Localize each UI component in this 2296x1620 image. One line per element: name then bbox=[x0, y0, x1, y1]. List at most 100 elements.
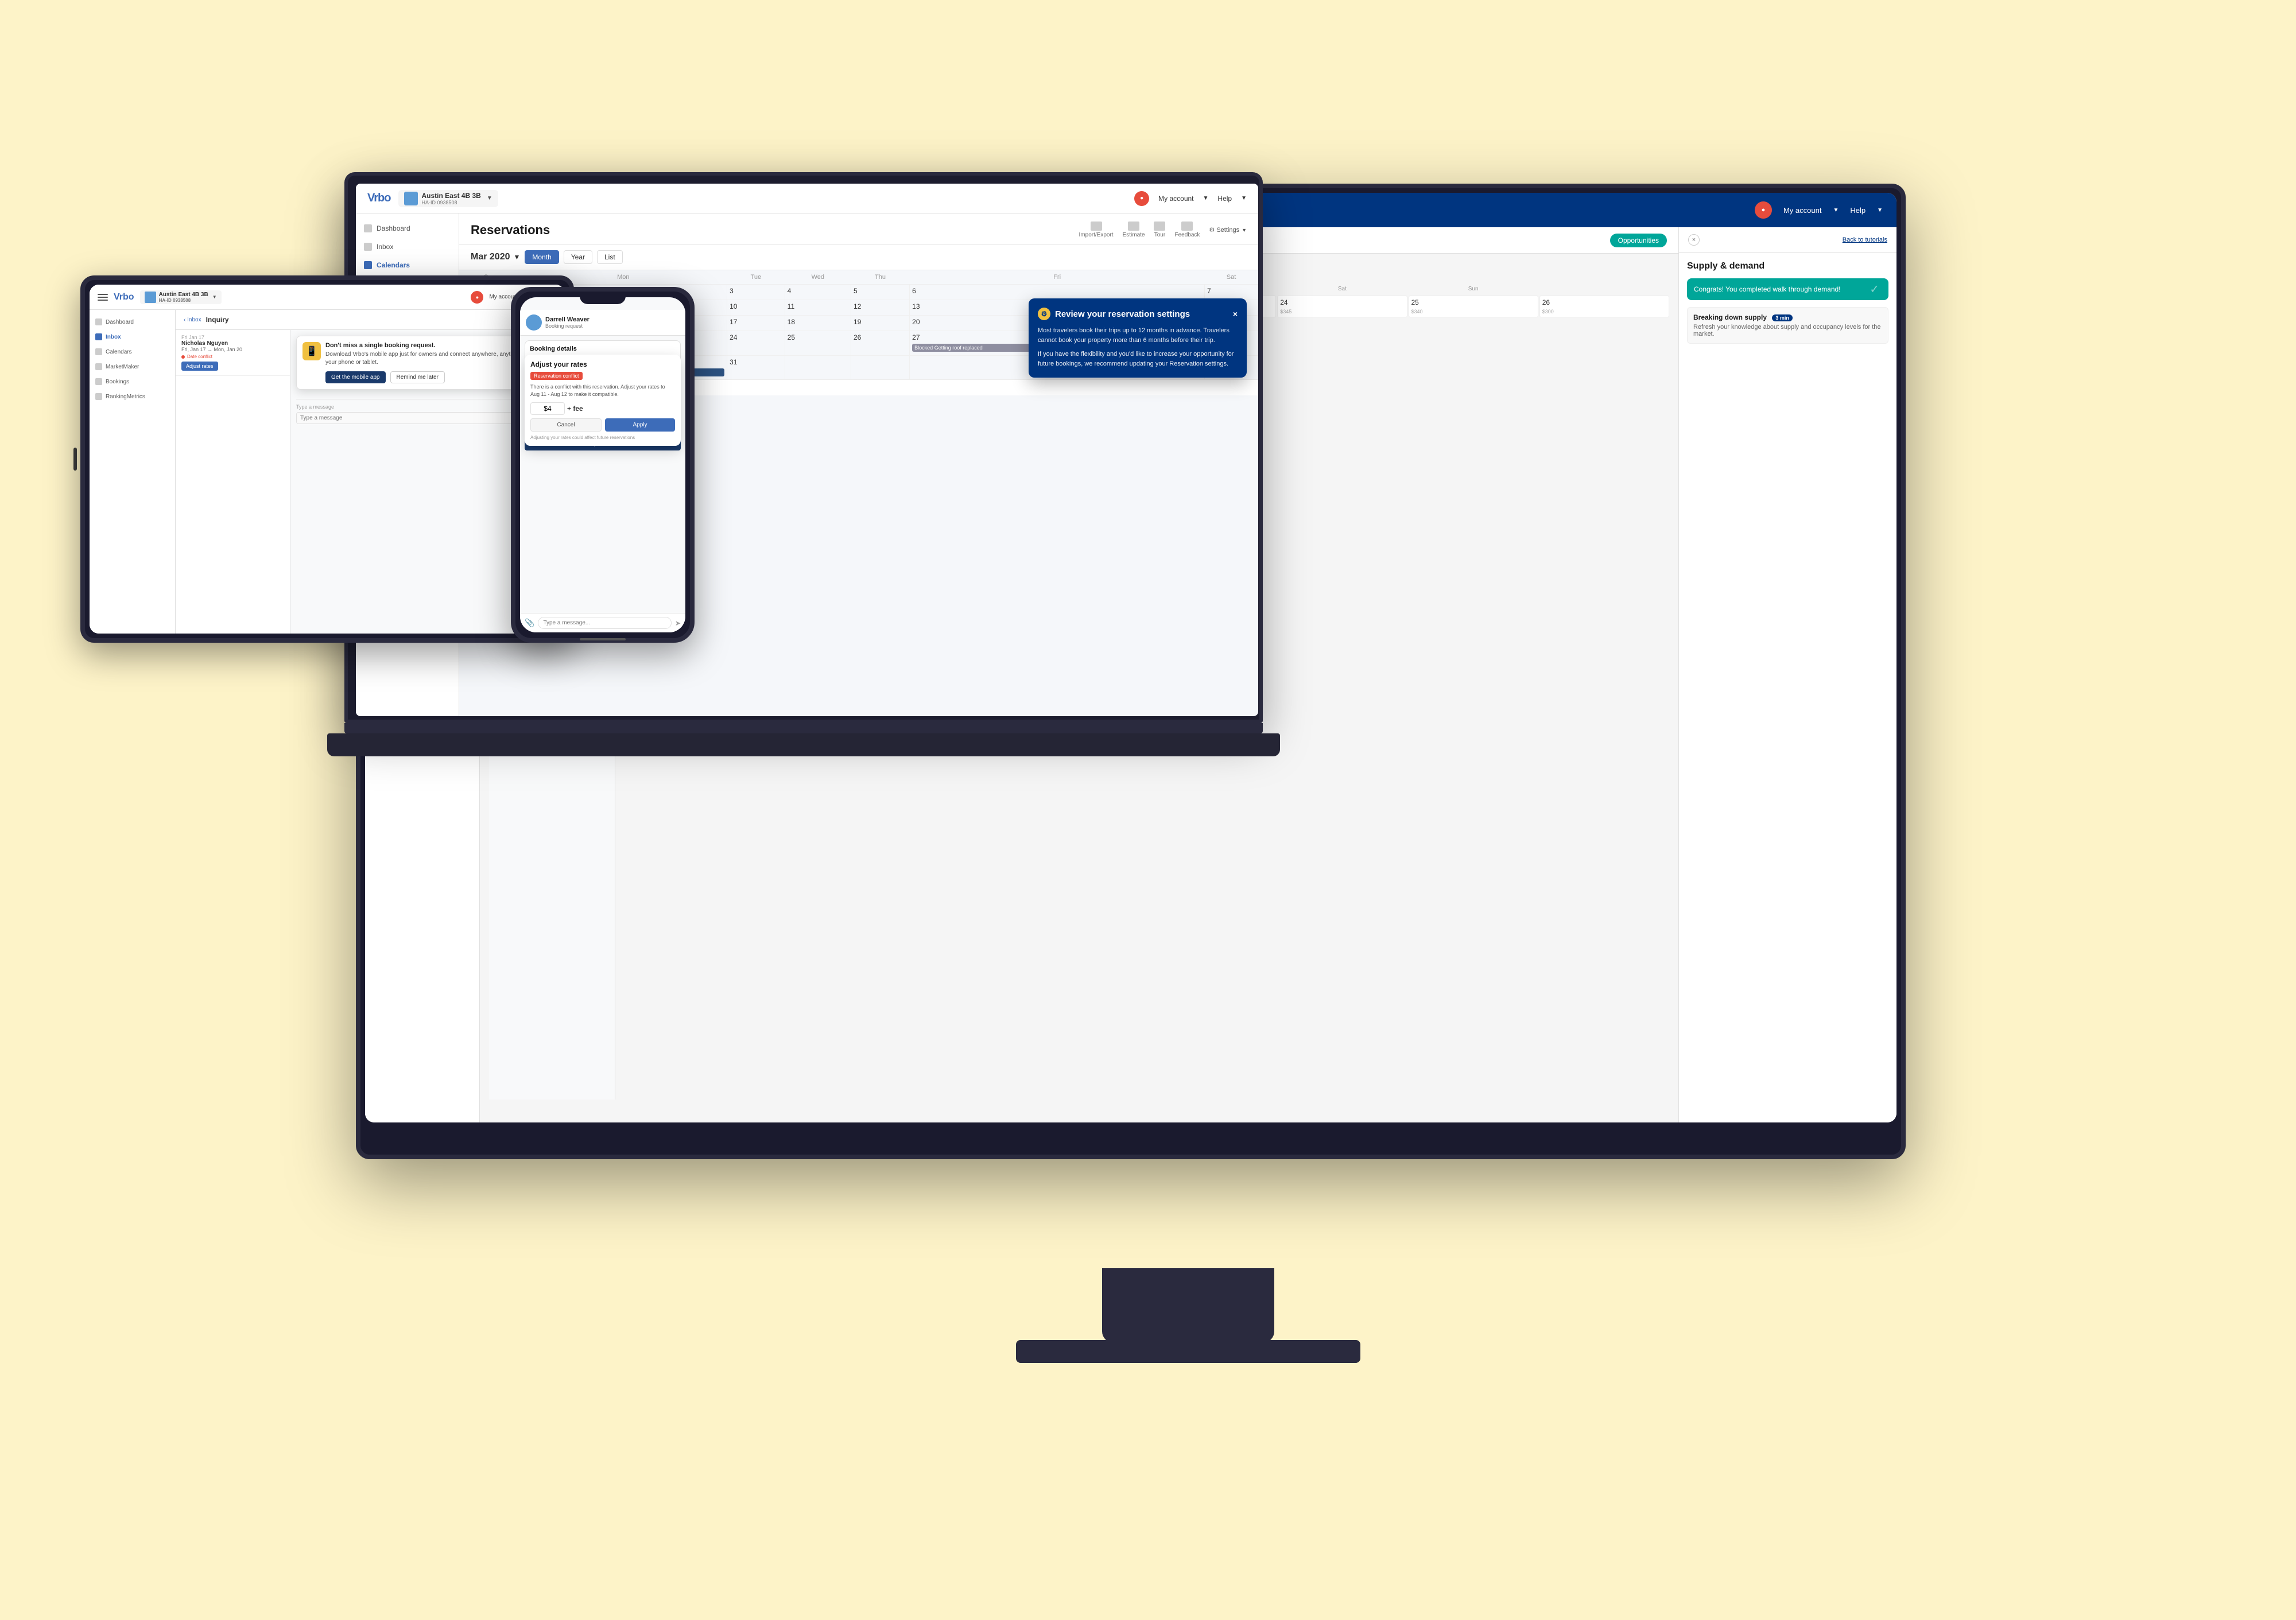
vrbo-settings-text-2: If you have the flexibility and you'd li… bbox=[1038, 349, 1238, 368]
phone-adjust-popup: Adjust your rates Reservation conflict T… bbox=[525, 355, 681, 446]
phone-contact-sub: Booking request bbox=[545, 323, 589, 329]
vrbo-sidebar-item-dashboard[interactable]: Dashboard bbox=[356, 219, 459, 238]
vrbo-cal-cell-25[interactable]: 25 bbox=[785, 331, 851, 356]
tablet-notif-dot[interactable]: ● bbox=[471, 291, 483, 304]
ha-day-header-sat: Sat bbox=[1277, 283, 1407, 294]
vrbo-cal-cell-6[interactable]: 6 bbox=[910, 285, 1205, 300]
vrbo-day-header-tue: Tue bbox=[727, 270, 785, 285]
ha-congrats-box: Congrats! You completed walk through dem… bbox=[1687, 278, 1888, 300]
ha-close-button[interactable]: × bbox=[1688, 234, 1700, 246]
tablet-popup-btn-secondary[interactable]: Remind me later bbox=[390, 371, 445, 383]
vrbo-cal-cell-12[interactable]: 12 bbox=[851, 300, 909, 316]
tablet-sidebar-item-marketmaker[interactable]: MarketMaker bbox=[90, 359, 175, 374]
phone-popup-status: Reservation conflict bbox=[530, 372, 583, 380]
menu-line-1 bbox=[98, 294, 108, 295]
ha-cal-date-24[interactable]: 24$345 bbox=[1277, 296, 1407, 317]
phone-notch bbox=[580, 292, 626, 304]
vrbo-view-year[interactable]: Year bbox=[564, 250, 592, 264]
vrbo-dashboard-icon bbox=[364, 224, 372, 232]
vrbo-day-header-fri: Fri bbox=[910, 270, 1205, 285]
ha-cal-date-25[interactable]: 25$340 bbox=[1409, 296, 1538, 317]
vrbo-cal-cell-empty1 bbox=[785, 356, 851, 379]
vrbo-prop-chip[interactable]: Austin East 4B 3B HA-ID 0938508 ▼ bbox=[398, 190, 498, 207]
tablet-status-text: Date conflict bbox=[187, 354, 212, 359]
tablet-inbox-item[interactable]: Fri Jan 17 Nicholas Nguyen Fri, Jan 17 →… bbox=[176, 330, 290, 376]
tablet-marketmaker-icon bbox=[95, 363, 102, 370]
tour-icon bbox=[1154, 222, 1165, 231]
ha-back-link[interactable]: Back to tutorials bbox=[1843, 236, 1887, 243]
phone-popup-cancel-button[interactable]: Cancel bbox=[530, 418, 602, 432]
vrbo-settings-text-1: Most travelers book their trips up to 12… bbox=[1038, 326, 1238, 345]
vrbo-view-list[interactable]: List bbox=[597, 250, 623, 264]
vrbo-view-month[interactable]: Month bbox=[525, 250, 559, 264]
tablet-inbox-item-name: Nicholas Nguyen bbox=[181, 340, 284, 347]
vrbo-settings-close-button[interactable]: × bbox=[1233, 309, 1238, 318]
vrbo-cal-cell-24[interactable]: 24 bbox=[727, 331, 785, 356]
vrbo-topbar-right: ● My account ▼ Help ▼ bbox=[1134, 191, 1247, 206]
ha-my-account[interactable]: My account bbox=[1783, 206, 1821, 215]
vrbo-cal-cell-4[interactable]: 4 bbox=[785, 285, 851, 300]
tablet-prop-chip[interactable]: Austin East 4B 3B HA-ID 0938508 ▼ bbox=[140, 290, 222, 304]
menu-line-2 bbox=[98, 297, 108, 298]
phone-attach-icon[interactable]: 📎 bbox=[525, 618, 534, 628]
vrbo-tool-feedback[interactable]: Feedback bbox=[1174, 222, 1200, 238]
ha-day-header-extra bbox=[1539, 283, 1669, 294]
phone-popup-note: Adjusting your rates could affect future… bbox=[530, 435, 675, 440]
vrbo-cal-cell-19[interactable]: 19 bbox=[851, 316, 909, 331]
tablet-sidebar-item-bookings[interactable]: Bookings bbox=[90, 374, 175, 389]
vrbo-cal-cell-10[interactable]: 10 bbox=[727, 300, 785, 316]
phone-send-icon[interactable]: ➤ bbox=[675, 619, 681, 627]
tablet-sidebar-item-rankingmetrics[interactable]: RankingMetrics bbox=[90, 389, 175, 404]
vrbo-my-account[interactable]: My account bbox=[1158, 195, 1193, 203]
phone-home-button[interactable] bbox=[580, 638, 626, 640]
vrbo-toolbar: Import/Export Estimate Tour bbox=[1079, 222, 1247, 238]
vrbo-cal-cell-26[interactable]: 26 bbox=[851, 331, 909, 356]
ha-supply-title: Supply & demand bbox=[1687, 261, 1888, 271]
tablet-popup-btn-primary[interactable]: Get the mobile app bbox=[325, 371, 386, 383]
ha-breaking-desc: Refresh your knowledge about supply and … bbox=[1693, 324, 1882, 337]
ha-breaking-box[interactable]: Breaking down supply 3 min Refresh your … bbox=[1687, 307, 1888, 344]
tablet-adjust-button[interactable]: Adjust rates bbox=[181, 362, 218, 371]
tablet-home-button[interactable] bbox=[73, 448, 77, 471]
tablet-main-content: Dashboard Inbox Calendars MarketMak bbox=[90, 310, 565, 634]
vrbo-tool-importexport[interactable]: Import/Export bbox=[1079, 222, 1114, 238]
tablet-back-button[interactable]: ‹ Inbox bbox=[184, 317, 201, 323]
vrbo-cal-cell-18[interactable]: 18 bbox=[785, 316, 851, 331]
tablet-menu-icon[interactable] bbox=[98, 294, 108, 301]
phone-price-input[interactable] bbox=[530, 402, 565, 415]
ha-right-panel: × Back to tutorials Supply & demand Cong… bbox=[1678, 227, 1896, 1122]
phone-popup-save-button[interactable]: Apply bbox=[605, 418, 675, 432]
vrbo-tool-estimate[interactable]: Estimate bbox=[1123, 222, 1145, 238]
vrbo-help[interactable]: Help bbox=[1217, 195, 1232, 203]
ha-opportunities-button[interactable]: Opportunities bbox=[1610, 234, 1667, 247]
phone-container: Darrell Weaver Booking request Adjust yo… bbox=[511, 287, 695, 643]
ha-help[interactable]: Help bbox=[1850, 206, 1865, 215]
import-export-icon bbox=[1091, 222, 1102, 231]
ha-notification-dot[interactable]: ● bbox=[1755, 201, 1772, 219]
tablet-sidebar-item-dashboard[interactable]: Dashboard bbox=[90, 314, 175, 329]
vrbo-cal-cell-5[interactable]: 5 bbox=[851, 285, 909, 300]
vrbo-cal-cell-17[interactable]: 17 bbox=[727, 316, 785, 331]
vrbo-sidebar-item-inbox[interactable]: Inbox bbox=[356, 238, 459, 256]
vrbo-settings-btn[interactable]: ⚙ Settings ▼ bbox=[1209, 226, 1247, 234]
vrbo-cal-cell-11[interactable]: 11 bbox=[785, 300, 851, 316]
vrbo-tool-tour[interactable]: Tour bbox=[1154, 222, 1165, 238]
tablet-inbox-item-dates: Fri, Jan 17 → Mon, Jan 20 bbox=[181, 347, 284, 352]
vrbo-cal-cell-7[interactable]: 7 bbox=[1205, 285, 1258, 300]
tablet-sidebar-item-inbox[interactable]: Inbox bbox=[90, 329, 175, 344]
vrbo-cal-cell-3[interactable]: 3 bbox=[727, 285, 785, 300]
phone-price-row: + fee bbox=[530, 402, 675, 415]
vrbo-topbar: Vrbo Austin East 4B 3B HA-ID 0938508 ▼ ●… bbox=[356, 184, 1258, 213]
tablet-inbox-label: Inquiry bbox=[206, 316, 229, 324]
vrbo-cal-cell-31[interactable]: 31 bbox=[727, 356, 785, 379]
phone-fee-label: + fee bbox=[567, 405, 583, 413]
tablet-inbox-status: Date conflict bbox=[181, 354, 284, 359]
vrbo-notification-dot[interactable]: ● bbox=[1134, 191, 1149, 206]
vrbo-sidebar-item-calendars[interactable]: Calendars bbox=[356, 256, 459, 274]
ha-cal-date-26[interactable]: 26$300 bbox=[1539, 296, 1669, 317]
phone-message-input[interactable] bbox=[538, 617, 672, 629]
tablet-inquiry-header: ‹ Inbox Inquiry bbox=[176, 310, 565, 330]
phone-contact-name: Darrell Weaver bbox=[545, 316, 589, 323]
tablet-sidebar-item-calendars[interactable]: Calendars bbox=[90, 344, 175, 359]
ha-breaking-badge: 3 min bbox=[1772, 314, 1793, 321]
